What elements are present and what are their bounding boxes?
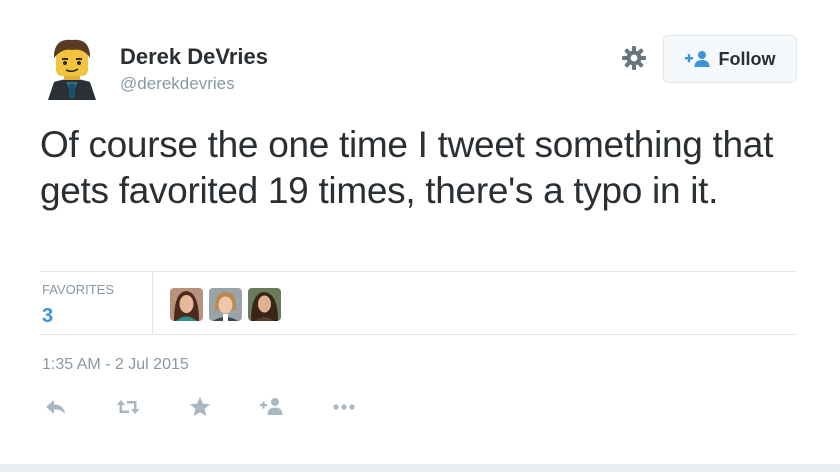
follow-plus-icon[interactable] (260, 396, 284, 418)
tweet-timestamp[interactable]: 1:35 AM - 2 Jul 2015 (42, 356, 189, 374)
author-avatar[interactable] (40, 36, 104, 100)
gear-icon[interactable] (620, 44, 648, 72)
more-dots-icon[interactable] (332, 396, 356, 418)
favoriter-avatar[interactable] (170, 288, 203, 321)
favorites-count[interactable]: 3 (42, 305, 114, 328)
follow-person-plus-icon (684, 51, 709, 67)
tweet-actions (44, 396, 404, 418)
favorites-stat[interactable]: FAVORITES 3 (42, 282, 114, 328)
favorite-star-icon[interactable] (188, 396, 212, 418)
reply-icon[interactable] (44, 396, 68, 418)
retweet-icon[interactable] (116, 396, 140, 418)
favoriters-list (170, 288, 281, 321)
author-name[interactable]: Derek DeVries (120, 44, 268, 70)
bottom-bar (0, 464, 840, 472)
divider-top (40, 271, 797, 272)
favorites-label: FAVORITES (42, 282, 114, 297)
tweet-text: Of course the one time I tweet something… (40, 124, 774, 211)
stats-separator (152, 272, 153, 334)
author-handle[interactable]: @derekdevries (120, 74, 235, 94)
divider-bottom (40, 334, 797, 335)
follow-button-label: Follow (718, 48, 776, 69)
follow-button[interactable]: Follow (663, 35, 797, 83)
favoriter-avatar[interactable] (248, 288, 281, 321)
favoriter-avatar[interactable] (209, 288, 242, 321)
